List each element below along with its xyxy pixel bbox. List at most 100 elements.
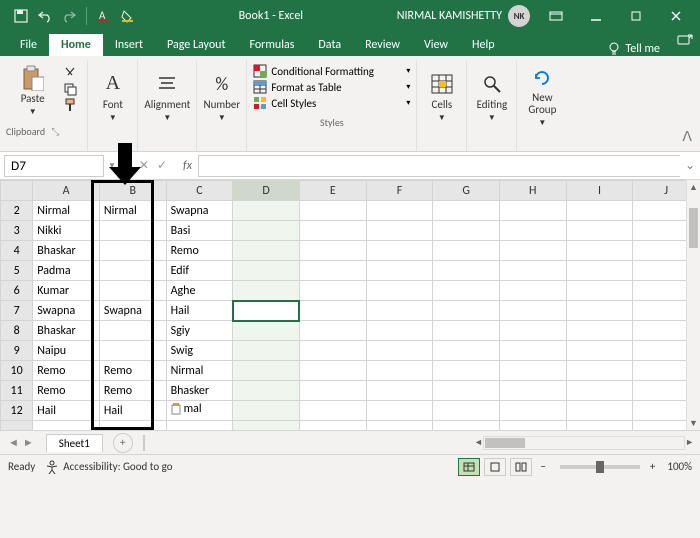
cell[interactable] <box>499 381 566 401</box>
cell[interactable] <box>499 281 566 301</box>
cell[interactable] <box>299 301 366 321</box>
cell[interactable]: Swapna <box>166 201 233 221</box>
name-box[interactable] <box>4 155 104 177</box>
column-header[interactable]: D <box>233 181 300 201</box>
tell-me[interactable]: Tell me <box>597 42 670 56</box>
cell[interactable] <box>499 361 566 381</box>
dialog-launcher-icon[interactable]: ⤡ <box>51 125 59 138</box>
cell[interactable]: Nikki <box>33 221 100 241</box>
new-group-button[interactable]: New Group ▼ <box>528 60 556 134</box>
cell[interactable]: Hail <box>166 301 233 321</box>
cell[interactable]: Naipu <box>33 341 100 361</box>
column-header[interactable]: B <box>99 181 166 201</box>
cell[interactable] <box>233 261 300 281</box>
zoom-out-button[interactable]: − <box>540 460 545 473</box>
maximize-icon[interactable] <box>616 0 656 32</box>
undo-icon[interactable] <box>36 7 54 25</box>
cell[interactable] <box>566 201 633 221</box>
vertical-scrollbar[interactable]: ▲ ▼ <box>686 180 700 430</box>
cell[interactable] <box>299 221 366 241</box>
cell[interactable] <box>233 281 300 301</box>
cell[interactable] <box>233 221 300 241</box>
tab-file[interactable]: File <box>8 34 49 56</box>
fill-color-icon[interactable] <box>119 7 137 25</box>
cell[interactable]: Bhaskar <box>33 321 100 341</box>
cell[interactable] <box>566 381 633 401</box>
chevron-down-icon[interactable]: ▼ <box>108 161 116 171</box>
row-header[interactable]: 4 <box>1 241 33 261</box>
cell[interactable] <box>499 241 566 261</box>
cell[interactable]: Aghe <box>166 281 233 301</box>
scroll-right-icon[interactable]: ► <box>685 436 694 450</box>
cell[interactable] <box>233 361 300 381</box>
tab-insert[interactable]: Insert <box>103 34 155 56</box>
column-header[interactable]: H <box>499 181 566 201</box>
share-icon[interactable] <box>670 24 700 56</box>
normal-view-button[interactable] <box>458 458 480 476</box>
tab-home[interactable]: Home <box>49 34 103 56</box>
cell[interactable]: Bhasker <box>166 381 233 401</box>
cell[interactable] <box>299 281 366 301</box>
row-header[interactable]: 7 <box>1 301 33 321</box>
save-icon[interactable] <box>12 7 30 25</box>
cell[interactable] <box>233 321 300 341</box>
cell[interactable] <box>233 301 300 321</box>
tab-view[interactable]: View <box>412 34 460 56</box>
cell[interactable]: Edif <box>166 261 233 281</box>
user-avatar[interactable]: NK <box>508 5 530 27</box>
cell[interactable] <box>366 341 433 361</box>
cell[interactable] <box>99 281 166 301</box>
select-all-button[interactable] <box>1 181 33 201</box>
cell[interactable] <box>566 221 633 241</box>
cell[interactable] <box>433 221 500 241</box>
row-header[interactable]: 10 <box>1 361 33 381</box>
cell[interactable] <box>299 261 366 281</box>
cell[interactable]: Hail <box>99 401 166 421</box>
cell[interactable] <box>433 341 500 361</box>
cell[interactable] <box>433 401 500 421</box>
zoom-slider[interactable] <box>560 465 640 469</box>
cell[interactable] <box>566 321 633 341</box>
column-header[interactable]: E <box>299 181 366 201</box>
cell-styles-button[interactable]: Cell Styles ▾ <box>253 96 410 110</box>
page-layout-view-button[interactable] <box>484 458 506 476</box>
cell[interactable] <box>499 221 566 241</box>
tab-page-layout[interactable]: Page Layout <box>155 34 237 56</box>
cell[interactable] <box>99 241 166 261</box>
cell[interactable]: mal <box>166 401 233 421</box>
cell[interactable]: Nirmal <box>166 361 233 381</box>
cell[interactable] <box>299 401 366 421</box>
cell[interactable] <box>499 401 566 421</box>
sheet-nav-prev-icon[interactable]: ◄ <box>8 436 19 449</box>
cell[interactable]: Remo <box>99 381 166 401</box>
cell[interactable] <box>433 201 500 221</box>
sheet-tab-1[interactable]: Sheet1 <box>46 434 103 452</box>
cell[interactable] <box>299 361 366 381</box>
cell[interactable] <box>433 261 500 281</box>
cell[interactable] <box>299 241 366 261</box>
cell[interactable] <box>499 321 566 341</box>
scroll-down-icon[interactable]: ▼ <box>687 416 700 430</box>
cell[interactable] <box>99 261 166 281</box>
cells-button[interactable]: Cells ▼ <box>430 60 454 134</box>
cell[interactable] <box>233 241 300 261</box>
row-header[interactable]: 11 <box>1 381 33 401</box>
fx-icon[interactable]: fx <box>177 159 198 173</box>
scroll-thumb[interactable] <box>689 208 698 248</box>
minimize-icon[interactable] <box>576 0 616 32</box>
row-header[interactable]: 12 <box>1 401 33 421</box>
column-header[interactable]: G <box>433 181 500 201</box>
cell[interactable] <box>433 321 500 341</box>
collapse-ribbon-icon[interactable]: ᐱ <box>682 128 692 145</box>
cell[interactable] <box>99 341 166 361</box>
cell[interactable]: Swig <box>166 341 233 361</box>
scroll-thumb[interactable] <box>485 438 525 448</box>
cell[interactable] <box>566 401 633 421</box>
cut-icon[interactable] <box>63 66 77 80</box>
cell[interactable] <box>366 381 433 401</box>
cancel-icon[interactable]: ✕ <box>139 158 149 173</box>
cell[interactable]: Bhaskar <box>33 241 100 261</box>
cell[interactable] <box>366 401 433 421</box>
accessibility-status[interactable]: Accessibility: Good to go <box>45 460 172 474</box>
worksheet-grid[interactable]: ABCDEFGHIJ 2NirmalNirmalSwapna3NikkiBasi… <box>0 180 700 430</box>
